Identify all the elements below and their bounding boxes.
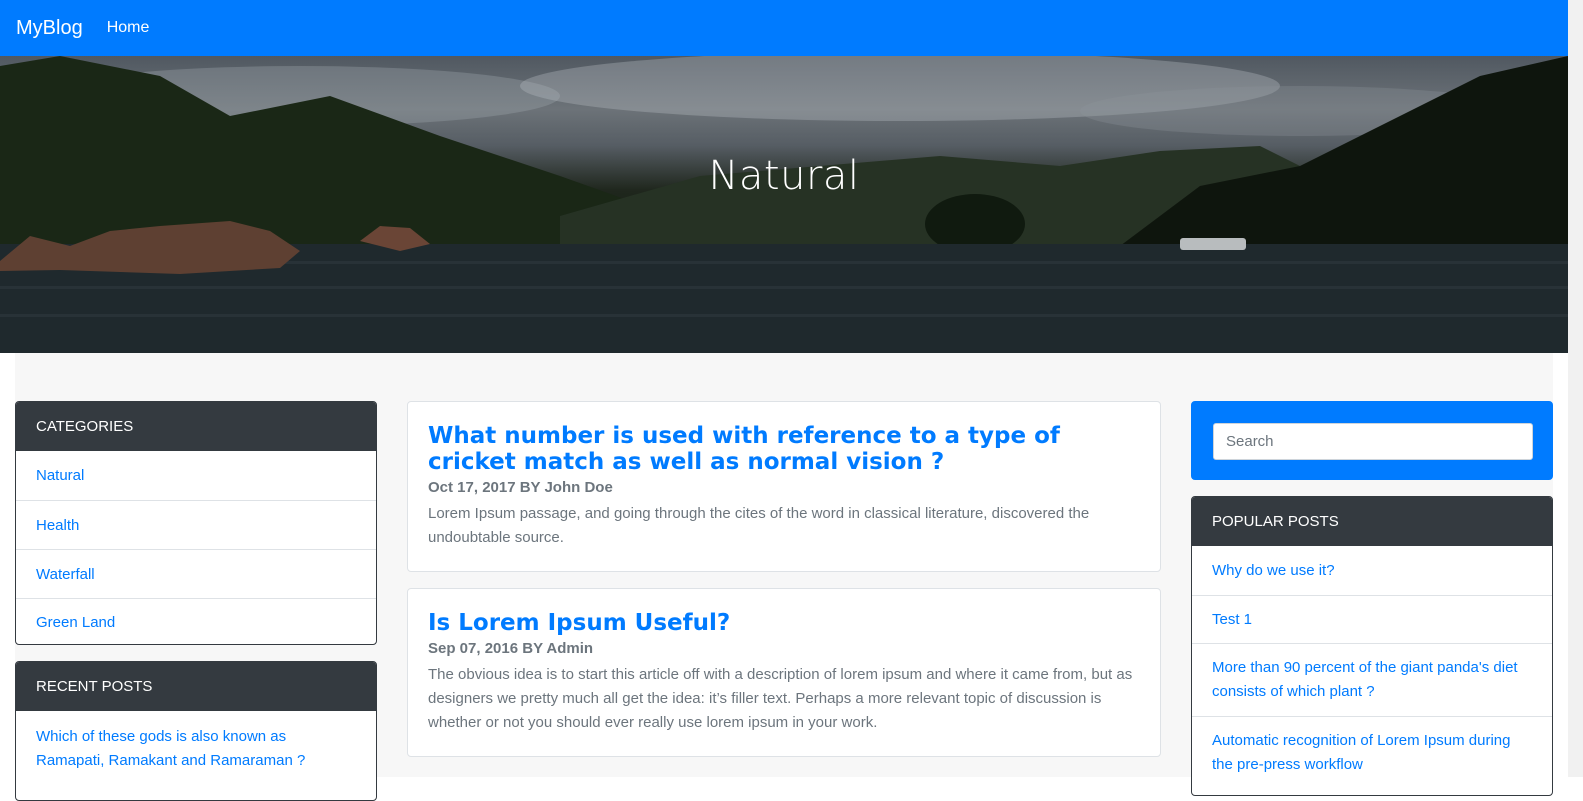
category-item-health[interactable]: Health — [16, 500, 376, 549]
post-excerpt: Lorem Ipsum passage, and going through t… — [428, 505, 1090, 546]
post-card: Is Lorem Ipsum Useful? Sep 07, 2016 BY A… — [407, 588, 1161, 757]
popular-post-item[interactable]: Test 1 — [1192, 595, 1552, 643]
recent-posts-card: RECENT POSTS Which of these gods is also… — [15, 661, 377, 801]
post-excerpt: The obvious idea is to start this articl… — [428, 666, 1133, 731]
category-item-natural[interactable]: Natural — [16, 451, 376, 500]
top-navbar: MyBlog Home — [0, 0, 1568, 56]
recent-posts-header: RECENT POSTS — [16, 662, 376, 711]
brand-logo-link[interactable]: MyBlog — [16, 17, 83, 40]
nav-link-home[interactable]: Home — [107, 19, 150, 37]
post-title-link[interactable]: Is Lorem Ipsum Useful? — [428, 610, 1140, 636]
popular-posts-header: POPULAR POSTS — [1192, 497, 1552, 546]
search-card — [1191, 401, 1553, 480]
popular-post-item[interactable]: Automatic recognition of Lorem Ipsum dur… — [1192, 716, 1552, 789]
hero-landscape-image — [0, 56, 1568, 353]
categories-header: CATEGORIES — [16, 402, 376, 451]
popular-post-item[interactable]: More than 90 percent of the giant panda'… — [1192, 643, 1552, 716]
recent-post-item[interactable]: Which of these gods is also known as Ram… — [16, 711, 376, 773]
categories-card: CATEGORIES Natural Health Waterfall Gree… — [15, 401, 377, 645]
post-title-link[interactable]: What number is used with reference to a … — [428, 423, 1140, 475]
post-card: What number is used with reference to a … — [407, 401, 1161, 572]
popular-posts-card: POPULAR POSTS Why do we use it? Test 1 M… — [1191, 496, 1553, 796]
category-item-green-land[interactable]: Green Land — [16, 598, 376, 644]
page-scrollbar[interactable] — [1568, 0, 1583, 777]
popular-post-item[interactable]: Why do we use it? — [1192, 546, 1552, 595]
post-meta: Sep 07, 2016 BY Admin — [428, 640, 594, 657]
search-input[interactable] — [1213, 423, 1533, 460]
post-meta: Oct 17, 2017 BY John Doe — [428, 479, 613, 496]
hero-title: Natural — [708, 153, 860, 199]
hero-banner: Natural — [0, 56, 1568, 353]
category-item-waterfall[interactable]: Waterfall — [16, 549, 376, 598]
